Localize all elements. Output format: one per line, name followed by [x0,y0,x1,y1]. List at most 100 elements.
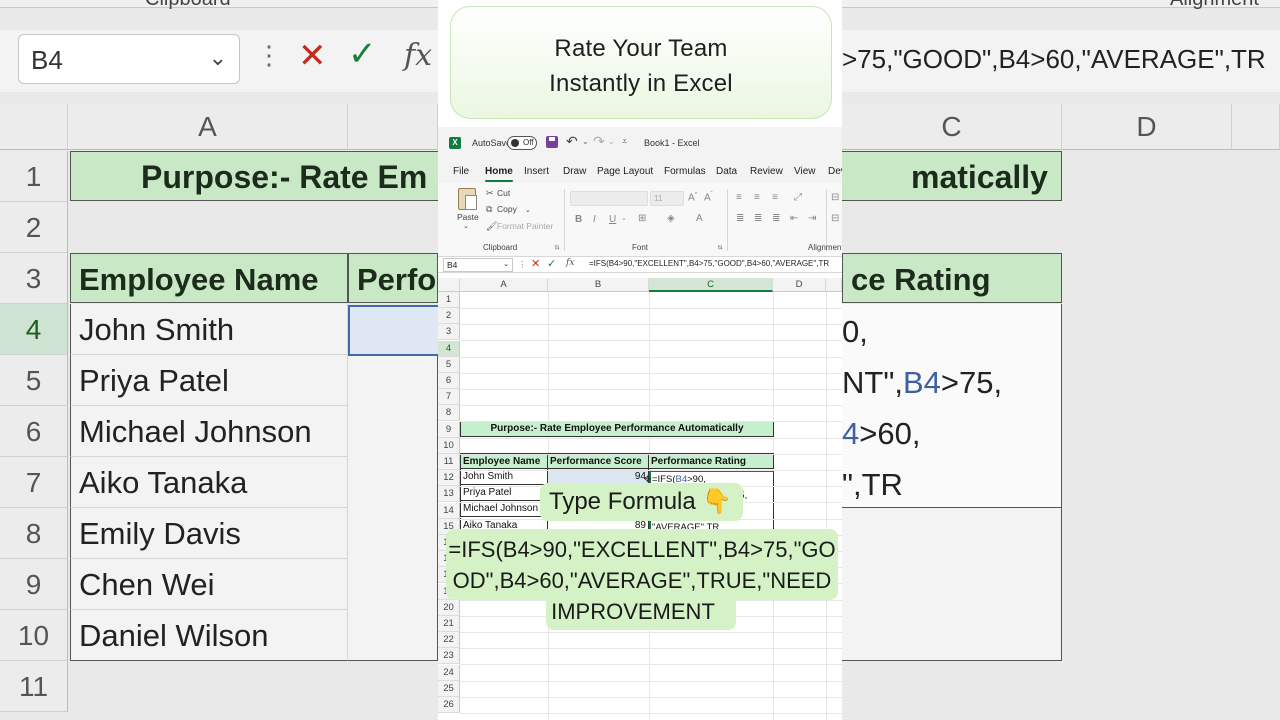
align-right-icon[interactable]: ≣ [772,213,780,224]
font-color-icon[interactable]: A [696,213,703,224]
brush-icon: 🖌 [486,221,498,231]
col-header-d[interactable]: D [773,278,826,292]
bg-col-header-a: A [68,104,348,150]
decrease-font-size-icon[interactable]: Aˇ [704,192,713,203]
grid-line [460,453,842,455]
undo-icon[interactable]: ↶ [566,133,578,150]
row-header[interactable]: 5 [438,356,460,373]
col-header-c[interactable]: C [649,278,773,292]
tab-draw[interactable]: Draw [563,166,586,177]
wrap-text-icon[interactable]: ⊟ [831,192,839,203]
bg-name-cell: Aiko Tanaka [70,457,348,508]
copy-label: Copy [497,204,517,214]
bg-formula-fragment-a: NT", [842,365,903,400]
decrease-indent-icon[interactable]: ⇤ [790,213,798,224]
autosave-toggle[interactable]: Off [507,136,537,150]
orientation-icon[interactable]: ⤢ [794,192,802,203]
tab-page-layout[interactable]: Page Layout [597,166,653,177]
italic-icon[interactable]: I [593,214,596,225]
row-header[interactable]: 12 [438,470,460,487]
align-bottom-icon[interactable]: ≡ [772,192,778,203]
row-header[interactable]: 24 [438,664,460,681]
fill-color-icon[interactable]: ◈ [667,213,675,224]
col-header-b[interactable]: B [548,278,649,292]
row-header[interactable]: 26 [438,697,460,713]
bg-header-employee-name: Employee Name [70,253,348,303]
row-header[interactable]: 14 [438,502,460,519]
name-box[interactable]: B4 ⌄ [443,258,513,272]
header-performance-rating[interactable]: Performance Rating [649,453,774,469]
row-header[interactable]: 23 [438,648,460,665]
undo-dropdown-icon[interactable]: ⌄ [582,137,589,146]
underline-dropdown-icon[interactable]: ⌄ [621,214,627,222]
tab-home[interactable]: Home [485,166,513,182]
col-header-e[interactable] [826,278,842,292]
tab-review[interactable]: Review [750,166,783,177]
more-icon[interactable]: ⋮ [518,259,527,270]
tab-insert[interactable]: Insert [524,166,549,177]
grid-line [460,421,842,423]
row-header[interactable]: 2 [438,308,460,325]
increase-indent-icon[interactable]: ⇥ [808,213,816,224]
row-header[interactable]: 22 [438,632,460,649]
header-title-line1: Rate Your Team [554,35,728,62]
row-header[interactable]: 13 [438,486,460,503]
header-performance-score[interactable]: Performance Score [548,453,649,469]
enter-icon[interactable]: ✓ [547,257,556,270]
borders-icon[interactable]: ⊞ [638,213,646,224]
merge-center-icon[interactable]: ⊟ [831,213,839,224]
align-middle-icon[interactable]: ≡ [754,192,760,203]
group-label-font: Font [632,243,649,252]
employee-name-cell[interactable]: Michael Johnson [460,501,548,518]
employee-name-cell[interactable]: Priya Patel [460,485,548,502]
grid-line [460,470,842,471]
bold-icon[interactable]: B [575,214,582,225]
clipboard-launcher-icon[interactable]: ⧅ [555,244,559,252]
select-all-corner[interactable] [438,278,460,292]
cancel-icon[interactable]: ✕ [531,257,540,270]
bg-col-header-d: D [1062,104,1232,150]
redo-dropdown-icon[interactable]: ⌄ [608,137,615,146]
align-top-icon[interactable]: ≡ [736,192,742,203]
bg-formula-fragment-c: >75, [940,365,1003,400]
bg-enter-icon: ✓ [348,35,377,73]
redo-icon[interactable]: ↷ [593,133,605,150]
paste-button-label[interactable]: Paste [457,212,479,222]
tab-formulas[interactable]: Formulas [664,166,706,177]
header-employee-name[interactable]: Employee Name [460,453,548,469]
tab-view[interactable]: View [794,166,816,177]
align-left-icon[interactable]: ≣ [736,213,744,224]
row-header[interactable]: 25 [438,680,460,697]
copy-button[interactable]: ⧉ Copy ⌄ [486,204,531,215]
row-header[interactable]: 6 [438,373,460,389]
paste-dropdown-icon[interactable]: ⌄ [463,222,469,230]
sheet-title-cell[interactable]: Purpose:- Rate Employee Performance Auto… [460,421,774,437]
font-launcher-icon[interactable]: ⧅ [718,244,722,252]
cut-button[interactable]: ✂ Cut [486,188,510,199]
row-header[interactable]: 8 [438,405,460,422]
font-size-select[interactable]: 11 [650,191,684,206]
tab-data[interactable]: Data [716,166,737,177]
col-header-a[interactable]: A [460,278,548,292]
formula-input[interactable]: =IFS(B4>90,"EXCELLENT",B4>75,"GOOD",B4>6… [589,259,829,268]
row-header[interactable]: 1 [438,292,460,308]
row-header[interactable]: 11 [438,454,460,470]
row-header[interactable]: 7 [438,389,460,406]
customize-toolbar-icon[interactable]: ⩡ [622,136,627,147]
format-painter-button[interactable]: 🖌Format Painter [486,221,553,232]
row-header[interactable]: 4 [438,340,460,357]
font-name-select[interactable] [570,191,648,206]
format-painter-label: Format Painter [497,221,554,231]
row-header[interactable]: 9 [438,421,460,438]
insert-function-icon[interactable]: fx [566,258,574,268]
tab-developer[interactable]: Dev [828,166,842,177]
tab-file[interactable]: File [453,166,469,177]
employee-name-cell[interactable]: John Smith [460,469,548,485]
underline-icon[interactable]: U [609,214,616,225]
increase-font-size-icon[interactable]: A^ [688,192,698,203]
align-center-icon[interactable]: ≣ [754,213,762,224]
row-header[interactable]: 10 [438,437,460,454]
row-header[interactable]: 3 [438,324,460,341]
paste-icon[interactable] [458,188,477,210]
save-icon[interactable] [546,136,558,148]
